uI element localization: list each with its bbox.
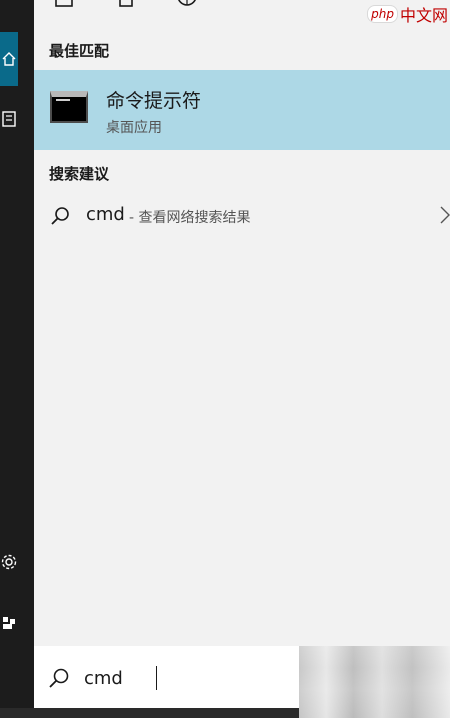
chevron-right-icon[interactable] bbox=[438, 204, 450, 226]
document-icon[interactable] bbox=[0, 104, 18, 134]
document-icon[interactable] bbox=[54, 0, 76, 10]
search-box[interactable] bbox=[34, 646, 299, 708]
search-icon bbox=[50, 206, 70, 226]
watermark-logo: php 中文网 bbox=[367, 2, 448, 26]
start-search-window: php 中文网 最佳匹配 命令提示符 桌面应用 搜索建议 cmd - 查看网络搜… bbox=[0, 0, 450, 718]
sidebar-home-button[interactable] bbox=[0, 32, 18, 86]
search-icon bbox=[48, 667, 70, 689]
app-icon[interactable] bbox=[116, 0, 138, 10]
search-input[interactable] bbox=[84, 666, 284, 690]
user-icon[interactable] bbox=[0, 608, 18, 638]
suggestions-title: 搜索建议 bbox=[49, 165, 110, 183]
suggestion-query: cmd bbox=[86, 204, 125, 225]
home-icon bbox=[0, 44, 18, 74]
app-type: 桌面应用 bbox=[106, 120, 162, 136]
watermark-text: 中文网 bbox=[399, 6, 448, 25]
blurred-taskbar-area bbox=[299, 646, 450, 718]
results-panel: 最佳匹配 命令提示符 桌面应用 搜索建议 cmd - 查看网络搜索结果 bbox=[34, 32, 450, 646]
command-prompt-icon bbox=[50, 91, 88, 123]
best-match-item-cmd[interactable]: 命令提示符 桌面应用 bbox=[34, 70, 450, 150]
top-bar: php 中文网 bbox=[34, 0, 450, 32]
start-sidebar bbox=[0, 0, 34, 718]
globe-icon[interactable] bbox=[176, 0, 198, 10]
best-match-title: 最佳匹配 bbox=[49, 42, 110, 60]
text-caret bbox=[156, 666, 157, 690]
settings-icon[interactable] bbox=[0, 547, 18, 577]
app-name: 命令提示符 bbox=[106, 90, 202, 112]
taskbar-strip bbox=[0, 708, 299, 718]
watermark-badge: php bbox=[367, 5, 398, 23]
suggestion-description: - 查看网络搜索结果 bbox=[129, 210, 251, 226]
suggestion-item-cmd[interactable]: cmd - 查看网络搜索结果 bbox=[34, 198, 450, 234]
